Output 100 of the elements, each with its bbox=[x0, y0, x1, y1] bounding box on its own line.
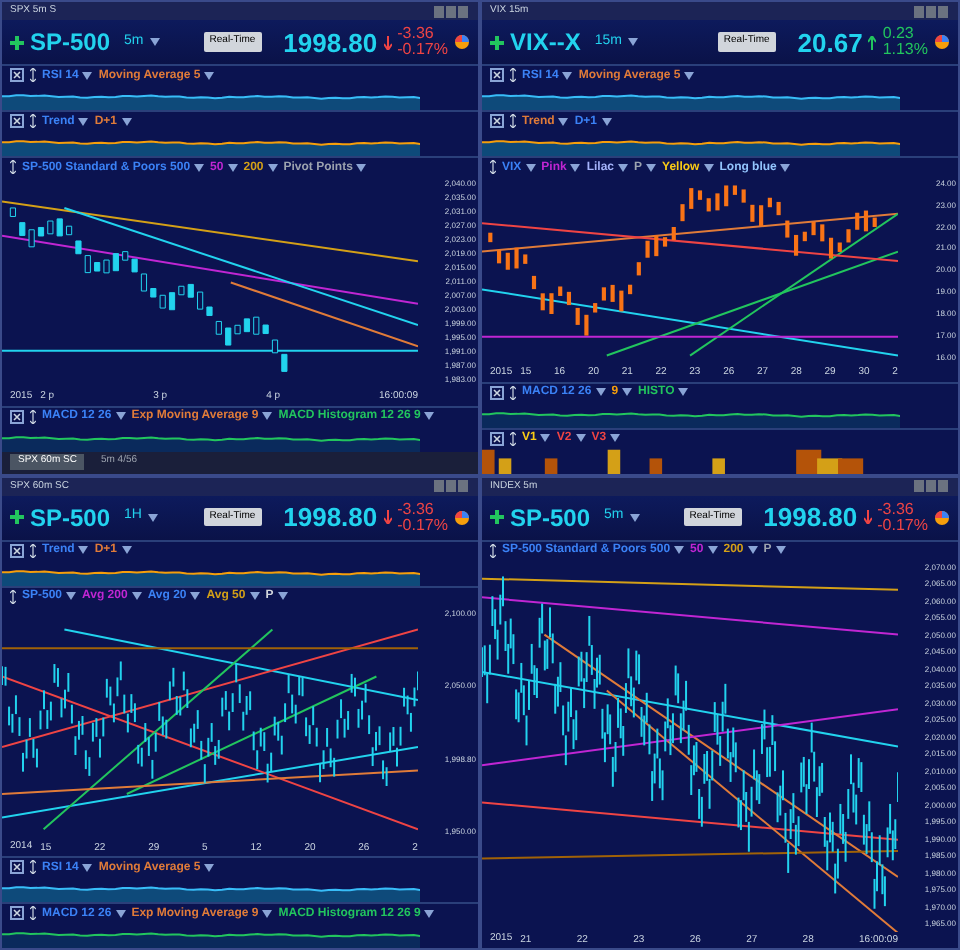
caret-icon[interactable] bbox=[610, 434, 621, 442]
color-wheel-icon[interactable] bbox=[934, 34, 950, 50]
close-icon[interactable] bbox=[490, 114, 504, 128]
percent-change: -0.17% bbox=[877, 517, 928, 533]
caret-icon[interactable] bbox=[66, 592, 77, 600]
close-icon[interactable] bbox=[490, 68, 504, 82]
caret-icon[interactable] bbox=[277, 592, 288, 600]
caret-icon[interactable] bbox=[356, 163, 367, 171]
caret-icon[interactable] bbox=[780, 163, 791, 171]
caret-icon[interactable] bbox=[618, 163, 629, 171]
caret-icon[interactable] bbox=[131, 592, 142, 600]
caret-icon[interactable] bbox=[227, 163, 238, 171]
drag-handle-icon[interactable] bbox=[10, 160, 16, 174]
candle bbox=[776, 201, 781, 216]
drag-handle-icon[interactable] bbox=[10, 589, 16, 603]
candle bbox=[837, 242, 842, 252]
candle bbox=[619, 290, 624, 312]
caret-icon[interactable] bbox=[525, 163, 536, 171]
caret-icon[interactable] bbox=[540, 434, 551, 442]
drag-handle-icon[interactable] bbox=[490, 543, 496, 557]
caret-icon[interactable] bbox=[707, 546, 718, 554]
window-controls-icon[interactable] bbox=[434, 480, 470, 492]
close-icon[interactable] bbox=[490, 431, 504, 445]
caret-icon[interactable] bbox=[703, 163, 714, 171]
caret-icon[interactable] bbox=[82, 71, 93, 79]
drag-handle-icon[interactable] bbox=[30, 68, 36, 82]
add-symbol-icon[interactable] bbox=[490, 35, 504, 49]
caret-icon[interactable] bbox=[115, 909, 126, 917]
close-icon[interactable] bbox=[10, 860, 24, 874]
window-controls-icon[interactable] bbox=[434, 5, 470, 17]
caret-icon[interactable] bbox=[121, 546, 132, 554]
close-icon[interactable] bbox=[10, 906, 24, 920]
caret-icon[interactable] bbox=[627, 38, 638, 46]
caret-icon[interactable] bbox=[684, 71, 695, 79]
symbol-name[interactable]: SP-500 bbox=[510, 505, 591, 529]
close-icon[interactable] bbox=[10, 409, 24, 423]
drag-handle-icon[interactable] bbox=[490, 160, 496, 174]
candle bbox=[523, 254, 528, 264]
drag-handle-icon[interactable] bbox=[30, 906, 36, 920]
caret-icon[interactable] bbox=[267, 163, 278, 171]
caret-icon[interactable] bbox=[570, 163, 581, 171]
close-icon[interactable] bbox=[10, 68, 24, 82]
caret-icon[interactable] bbox=[262, 412, 273, 420]
symbol-name[interactable]: SP-500 bbox=[30, 505, 111, 529]
caret-icon[interactable] bbox=[424, 412, 435, 420]
caret-icon[interactable] bbox=[601, 117, 612, 125]
price-change: 0.23 bbox=[882, 26, 916, 42]
caret-icon[interactable] bbox=[82, 863, 93, 871]
color-wheel-icon[interactable] bbox=[934, 509, 950, 525]
add-symbol-icon[interactable] bbox=[10, 35, 24, 49]
caret-icon[interactable] bbox=[249, 592, 260, 600]
candle bbox=[689, 188, 694, 209]
window-controls-icon[interactable] bbox=[914, 480, 950, 492]
caret-icon[interactable] bbox=[204, 863, 215, 871]
caret-icon[interactable] bbox=[204, 71, 215, 79]
caret-icon[interactable] bbox=[575, 434, 586, 442]
caret-icon[interactable] bbox=[149, 38, 160, 46]
caret-icon[interactable] bbox=[115, 412, 126, 420]
close-icon[interactable] bbox=[490, 385, 504, 399]
add-symbol-icon[interactable] bbox=[10, 510, 24, 524]
caret-icon[interactable] bbox=[646, 163, 657, 171]
drag-handle-icon[interactable] bbox=[30, 114, 36, 128]
caret-icon[interactable] bbox=[190, 592, 201, 600]
candle bbox=[601, 287, 606, 301]
candle bbox=[706, 198, 711, 212]
symbol-name[interactable]: VIX--X bbox=[510, 30, 581, 54]
drag-handle-icon[interactable] bbox=[510, 431, 516, 445]
candle bbox=[724, 185, 729, 207]
window-controls-icon[interactable] bbox=[914, 5, 950, 17]
add-symbol-icon[interactable] bbox=[490, 510, 504, 524]
caret-icon[interactable] bbox=[78, 546, 89, 554]
drag-handle-icon[interactable] bbox=[30, 860, 36, 874]
drag-handle-icon[interactable] bbox=[30, 543, 36, 557]
caret-icon[interactable] bbox=[629, 513, 640, 521]
caret-icon[interactable] bbox=[121, 117, 132, 125]
caret-icon[interactable] bbox=[78, 117, 89, 125]
candle bbox=[497, 250, 502, 264]
symbol-name[interactable]: SP-500 bbox=[30, 30, 111, 54]
drag-handle-icon[interactable] bbox=[30, 409, 36, 423]
caret-icon[interactable] bbox=[595, 388, 606, 396]
color-wheel-icon[interactable] bbox=[454, 509, 470, 525]
caret-icon[interactable] bbox=[424, 909, 435, 917]
caret-icon[interactable] bbox=[678, 388, 689, 396]
caret-icon[interactable] bbox=[747, 546, 758, 554]
drag-handle-icon[interactable] bbox=[510, 68, 516, 82]
caret-icon[interactable] bbox=[147, 513, 158, 521]
close-icon[interactable] bbox=[10, 543, 24, 557]
drag-handle-icon[interactable] bbox=[510, 385, 516, 399]
color-wheel-icon[interactable] bbox=[454, 34, 470, 50]
candle bbox=[549, 293, 554, 314]
caret-icon[interactable] bbox=[562, 71, 573, 79]
caret-icon[interactable] bbox=[558, 117, 569, 125]
drag-handle-icon[interactable] bbox=[510, 114, 516, 128]
candle bbox=[863, 210, 869, 232]
caret-icon[interactable] bbox=[775, 546, 786, 554]
caret-icon[interactable] bbox=[262, 909, 273, 917]
close-icon[interactable] bbox=[10, 114, 24, 128]
caret-icon[interactable] bbox=[622, 388, 633, 396]
caret-icon[interactable] bbox=[674, 546, 685, 554]
caret-icon[interactable] bbox=[194, 163, 205, 171]
